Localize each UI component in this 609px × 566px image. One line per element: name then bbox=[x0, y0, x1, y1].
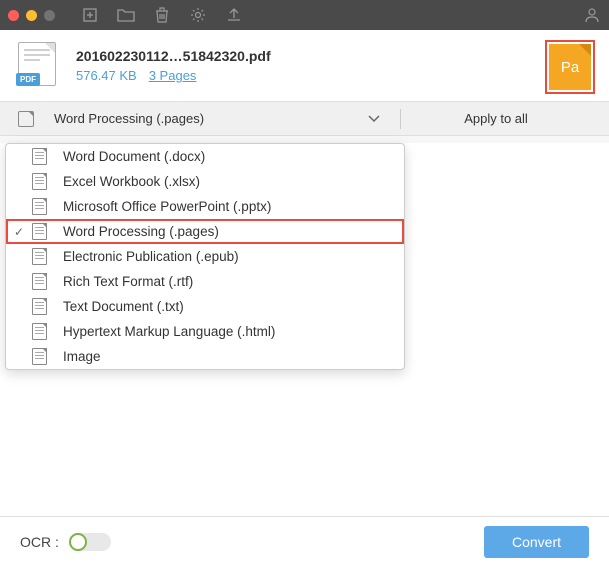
file-details: 201602230112…51842320.pdf 576.47 KB 3 Pa… bbox=[76, 48, 271, 83]
ocr-toggle[interactable] bbox=[69, 533, 111, 551]
file-type-icon bbox=[32, 348, 47, 365]
apply-to-all-button[interactable]: Apply to all bbox=[401, 111, 591, 126]
titlebar bbox=[0, 0, 609, 30]
maximize-window-button[interactable] bbox=[44, 10, 55, 21]
dropdown-item[interactable]: Image bbox=[6, 344, 404, 369]
convert-button[interactable]: Convert bbox=[484, 526, 589, 558]
dropdown-item-label: Rich Text Format (.rtf) bbox=[63, 274, 193, 289]
close-window-button[interactable] bbox=[8, 10, 19, 21]
format-dropdown-trigger[interactable]: Word Processing (.pages) bbox=[54, 111, 368, 126]
format-file-icon bbox=[18, 111, 34, 127]
file-size: 576.47 KB bbox=[76, 68, 137, 83]
dropdown-item-label: Electronic Publication (.epub) bbox=[63, 249, 239, 264]
dropdown-item-label: Hypertext Markup Language (.html) bbox=[63, 324, 275, 339]
gear-icon[interactable] bbox=[189, 6, 207, 24]
chevron-down-icon[interactable] bbox=[368, 115, 380, 123]
file-type-icon bbox=[32, 148, 47, 165]
dropdown-item[interactable]: Word Document (.docx) bbox=[6, 144, 404, 169]
file-type-icon bbox=[32, 173, 47, 190]
dropdown-item[interactable]: ✓ Word Processing (.pages) bbox=[6, 219, 404, 244]
file-type-icon bbox=[32, 298, 47, 315]
dropdown-item-label: Image bbox=[63, 349, 101, 364]
file-type-icon bbox=[32, 273, 47, 290]
file-type-icon bbox=[32, 323, 47, 340]
dropdown-item-label: Microsoft Office PowerPoint (.pptx) bbox=[63, 199, 271, 214]
dropdown-item[interactable]: Electronic Publication (.epub) bbox=[6, 244, 404, 269]
footer-bar: OCR : Convert bbox=[0, 516, 609, 566]
dropdown-item-label: Word Document (.docx) bbox=[63, 149, 205, 164]
pages-icon-label: Pa bbox=[561, 59, 579, 76]
format-dropdown: Word Document (.docx) Excel Workbook (.xl… bbox=[5, 143, 405, 370]
ocr-label: OCR : bbox=[20, 534, 59, 550]
dropdown-item[interactable]: Microsoft Office PowerPoint (.pptx) bbox=[6, 194, 404, 219]
pdf-file-icon: PDF bbox=[18, 42, 60, 90]
dropdown-item[interactable]: Excel Workbook (.xlsx) bbox=[6, 169, 404, 194]
target-format-icon-highlight: Pa bbox=[545, 40, 595, 94]
file-name: 201602230112…51842320.pdf bbox=[76, 48, 271, 64]
upload-icon[interactable] bbox=[225, 6, 243, 24]
checkmark-icon: ✓ bbox=[14, 225, 24, 239]
trash-icon[interactable] bbox=[153, 6, 171, 24]
file-pages-link[interactable]: 3 Pages bbox=[149, 68, 197, 83]
user-icon[interactable] bbox=[583, 6, 601, 24]
format-selection-bar: Word Processing (.pages) Apply to all bbox=[0, 102, 609, 136]
minimize-window-button[interactable] bbox=[26, 10, 37, 21]
dropdown-item[interactable]: Hypertext Markup Language (.html) bbox=[6, 319, 404, 344]
file-type-icon bbox=[32, 223, 47, 240]
dropdown-item-label: Text Document (.txt) bbox=[63, 299, 184, 314]
dropdown-item-label: Excel Workbook (.xlsx) bbox=[63, 174, 200, 189]
dropdown-item[interactable]: Rich Text Format (.rtf) bbox=[6, 269, 404, 294]
folder-icon[interactable] bbox=[117, 6, 135, 24]
dropdown-item-label: Word Processing (.pages) bbox=[63, 224, 219, 239]
dropdown-item[interactable]: Text Document (.txt) bbox=[6, 294, 404, 319]
window-controls bbox=[8, 10, 55, 21]
file-type-icon bbox=[32, 198, 47, 215]
toggle-knob bbox=[69, 533, 87, 551]
file-type-icon bbox=[32, 248, 47, 265]
file-info-bar: PDF 201602230112…51842320.pdf 576.47 KB … bbox=[0, 30, 609, 102]
pages-format-icon[interactable]: Pa bbox=[549, 44, 591, 90]
pdf-badge: PDF bbox=[16, 73, 40, 86]
add-file-icon[interactable] bbox=[81, 6, 99, 24]
toolbar bbox=[81, 6, 243, 24]
